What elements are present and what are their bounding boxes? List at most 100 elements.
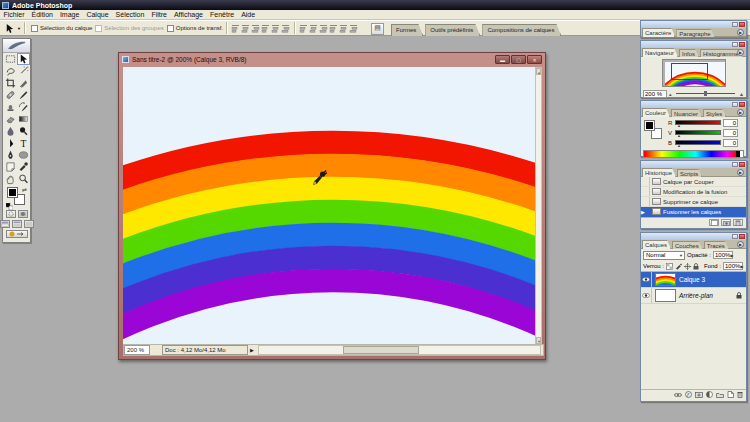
history-item[interactable]: Modification de la fusion [641,187,746,197]
healing-brush-tool[interactable] [4,89,17,101]
gradient-tool[interactable] [17,113,30,125]
history-brush-tool[interactable] [17,101,30,113]
path-selection-tool[interactable] [4,137,17,149]
distribute-buttons[interactable] [299,24,358,33]
lock-all-icon[interactable] [693,263,699,270]
zoom-in-icon[interactable]: ▲ [739,91,744,97]
green-value-field[interactable]: 0 [723,129,738,137]
close-icon[interactable] [739,234,745,239]
tab-scripts[interactable]: Scripts [677,169,702,177]
delete-layer-icon[interactable] [737,391,743,398]
blur-tool[interactable] [4,125,17,137]
default-colors-icon[interactable] [6,203,13,210]
magic-wand-tool[interactable] [17,65,30,77]
navigator-palette-titlebar[interactable] [641,41,746,48]
navigator-zoom-slider[interactable] [676,93,736,94]
zoom-level-field[interactable]: 200 % [124,345,150,355]
align-icon[interactable] [261,24,270,33]
character-palette-titlebar[interactable] [641,21,746,28]
layers-palette-titlebar[interactable] [641,233,746,240]
menu-image[interactable]: Image [56,11,82,18]
status-menu-arrow[interactable]: ▶ [250,347,254,353]
notes-tool[interactable] [4,161,17,173]
new-layer-icon[interactable] [727,391,734,398]
tab-calques[interactable]: Calques [642,240,671,249]
slider-thumb-icon[interactable]: ▲ [677,123,681,128]
layer-name[interactable]: Arrière-plan [679,292,713,299]
fill-field[interactable]: 100% ▶ [723,262,743,270]
align-icon[interactable] [319,24,328,33]
menu-filtre[interactable]: Filtre [148,11,171,18]
layer-mask-icon[interactable] [695,392,703,398]
tab-traces[interactable]: Tracés [704,241,729,249]
menu-selection[interactable]: Sélection [112,11,148,18]
navigator-view-box[interactable] [671,63,708,80]
layer-row-arriere-plan[interactable]: Arrière-plan [641,288,746,304]
navigator-thumbnail[interactable] [662,59,726,87]
tab-historique[interactable]: Historique [642,168,676,177]
layer-row-calque3[interactable]: Calque 3 [641,272,746,288]
menu-affichage[interactable]: Affichage [170,11,206,18]
marquee-tool[interactable] [4,53,17,65]
well-tab-formes[interactable]: Formes [391,24,423,36]
palette-menu-icon[interactable]: ▶ [737,169,744,176]
navigator-zoom-field[interactable]: 200 % [643,90,667,98]
tab-styles[interactable]: Styles [703,109,726,117]
history-item-selected[interactable]: ▶ Fusionner les calques [641,207,746,217]
align-icon[interactable] [271,24,280,33]
palette-menu-icon[interactable]: ▶ [737,241,744,248]
minimize-icon[interactable] [732,162,738,167]
close-icon[interactable] [739,42,745,47]
clone-stamp-tool[interactable] [4,101,17,113]
layer-group-icon[interactable] [716,392,724,398]
layer-name[interactable]: Calque 3 [679,276,705,283]
history-source-column[interactable] [641,197,650,206]
slider-thumb-icon[interactable]: ▲ [677,143,681,148]
document-titlebar[interactable]: Sans titre-2 @ 200% (Calque 3, RVB/8) ▬ … [119,53,545,66]
new-snapshot-icon[interactable] [721,219,731,226]
minimize-icon[interactable] [732,22,738,27]
shape-tool[interactable] [17,149,30,161]
lasso-tool[interactable] [4,65,17,77]
close-icon[interactable] [739,162,745,167]
lock-pixels-icon[interactable] [675,263,682,270]
slice-tool[interactable] [17,77,30,89]
well-tab-compositions[interactable]: Compositions de calques [482,24,561,36]
crop-tool[interactable] [4,77,17,89]
menu-edition[interactable]: Édition [28,11,56,18]
align-icon[interactable] [339,24,348,33]
color-spectrum-ramp[interactable] [643,150,744,158]
visibility-toggle[interactable] [641,272,652,287]
history-source-column[interactable] [641,187,650,196]
align-buttons[interactable] [231,24,290,33]
lock-transparency-icon[interactable] [666,263,673,270]
standard-screen-button[interactable] [0,220,10,228]
standard-mode-button[interactable] [6,210,16,218]
red-value-field[interactable]: 0 [723,119,738,127]
document-canvas[interactable] [123,67,537,345]
select-layer-checkbox[interactable] [31,25,38,32]
fullscreen-menu-button[interactable] [12,220,22,228]
menu-fichier[interactable]: Fichier [0,11,28,18]
horizontal-scrollbar[interactable] [258,345,541,355]
close-button[interactable]: ✕ [527,55,542,64]
palette-menu-icon[interactable]: ▶ [737,29,744,36]
palette-menu-icon[interactable]: ▶ [737,109,744,116]
red-slider[interactable]: ▲ [675,120,721,125]
minimize-icon[interactable] [732,102,738,107]
fullscreen-button[interactable] [24,220,34,228]
tab-paragraphe[interactable]: Paragraphe [676,29,714,37]
delete-icon[interactable] [733,219,743,226]
pen-tool[interactable] [4,149,17,161]
minimize-icon[interactable] [732,42,738,47]
green-slider[interactable]: ▲ [675,130,721,135]
slider-thumb-icon[interactable]: ▲ [677,133,681,138]
tab-couleur[interactable]: Couleur [642,108,670,117]
blend-mode-dropdown[interactable]: Normal ▼ [643,251,685,260]
align-icon[interactable] [251,24,260,33]
history-item[interactable]: Supprimer ce calque [641,197,746,207]
tab-navigateur[interactable]: Navigateur [642,48,678,57]
type-tool[interactable]: T [17,137,30,149]
align-icon[interactable] [349,24,358,33]
scrollbar-thumb[interactable] [343,346,419,354]
